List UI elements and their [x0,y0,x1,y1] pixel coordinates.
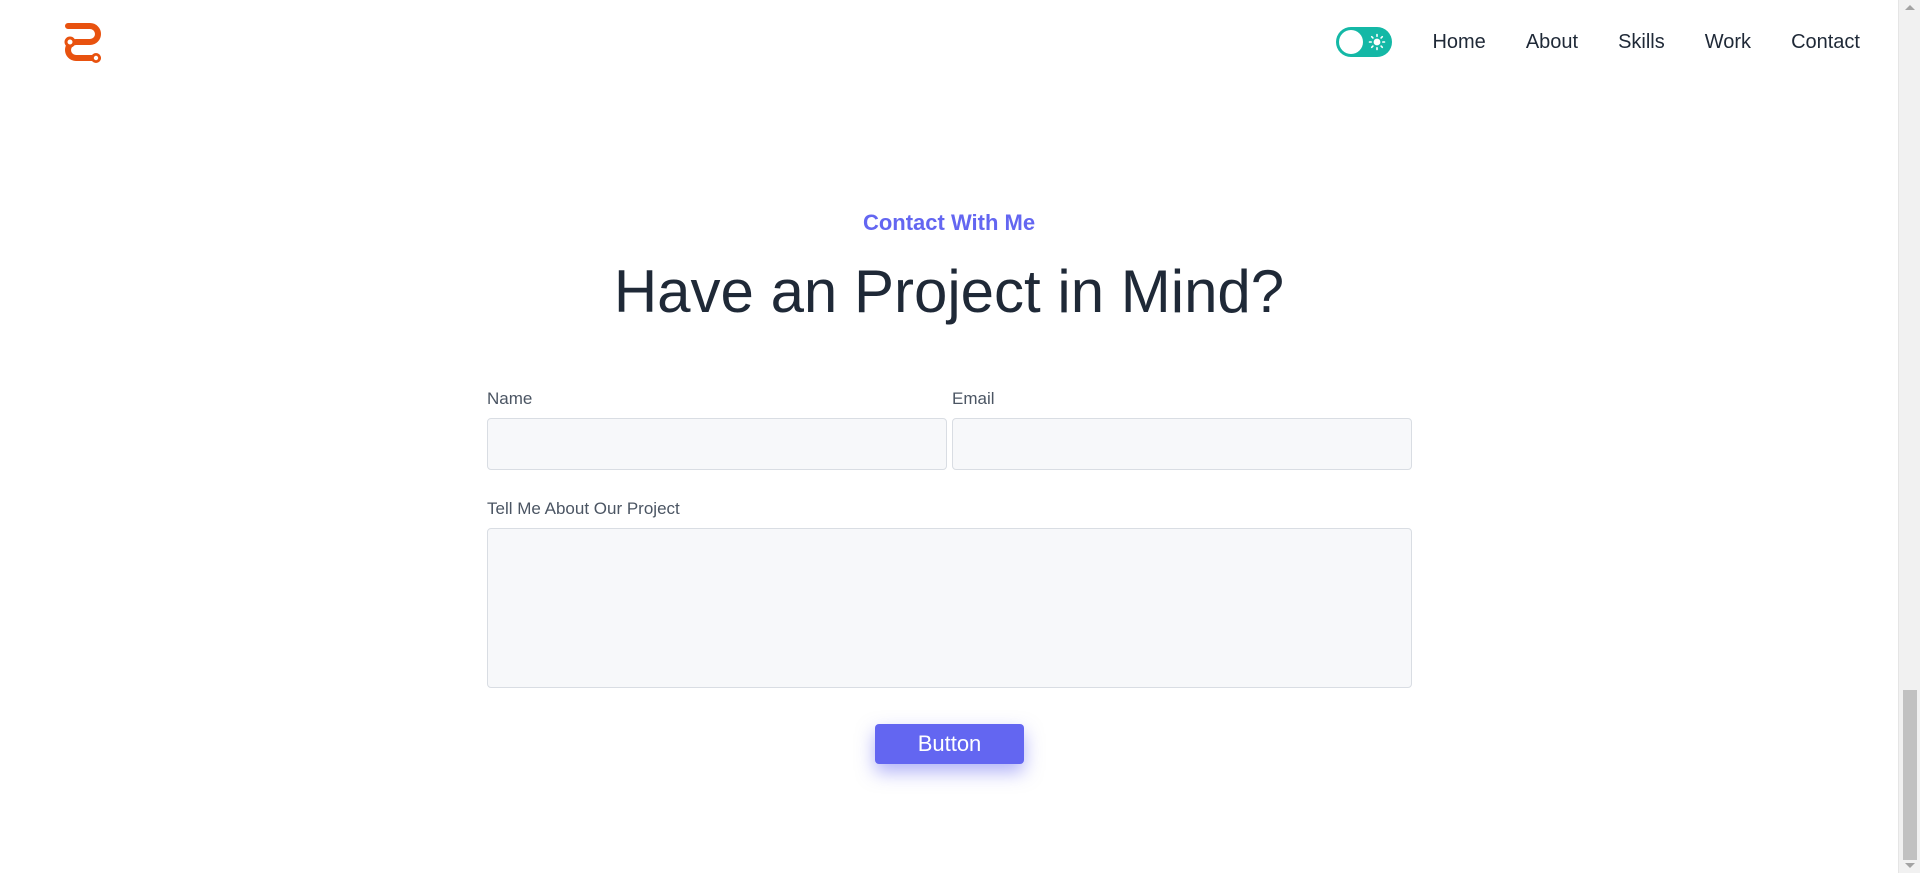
page-title: Have an Project in Mind? [613,258,1285,325]
email-label: Email [952,389,995,408]
form-row: Name Email [487,388,1412,470]
message-field-group: Tell Me About Our Project [487,498,1412,693]
name-input[interactable] [487,418,947,470]
s-logo-icon[interactable] [60,20,106,64]
name-label: Name [487,389,533,408]
email-input[interactable] [952,418,1412,470]
message-textarea[interactable] [487,528,1412,688]
email-field-group: Email [952,388,1412,470]
scroll-down-icon[interactable] [1905,863,1915,868]
nav-link-about[interactable]: About [1526,26,1578,58]
toggle-knob [1339,30,1364,54]
nav-link-work[interactable]: Work [1705,26,1751,58]
section-eyebrow: Contact With Me [862,210,1036,235]
theme-toggle[interactable] [1336,27,1393,57]
site-header: Home About Skills Work Contact [0,0,1898,86]
scrollbar-thumb[interactable] [1903,690,1917,860]
nav-link-skills[interactable]: Skills [1618,26,1665,58]
submit-button[interactable]: Button [875,724,1024,764]
scroll-up-icon[interactable] [1905,5,1915,10]
vertical-scrollbar[interactable] [1898,0,1920,873]
main-nav: Home About Skills Work Contact [1336,26,1860,58]
nav-link-contact[interactable]: Contact [1791,26,1860,58]
page: Home About Skills Work Contact Contact W… [0,0,1920,873]
message-label: Tell Me About Our Project [487,499,680,518]
contact-form: Name Email Tell Me About Our Project [487,388,1412,693]
name-field-group: Name [487,388,947,470]
nav-link-home[interactable]: Home [1432,26,1485,58]
sun-icon [1368,33,1386,51]
